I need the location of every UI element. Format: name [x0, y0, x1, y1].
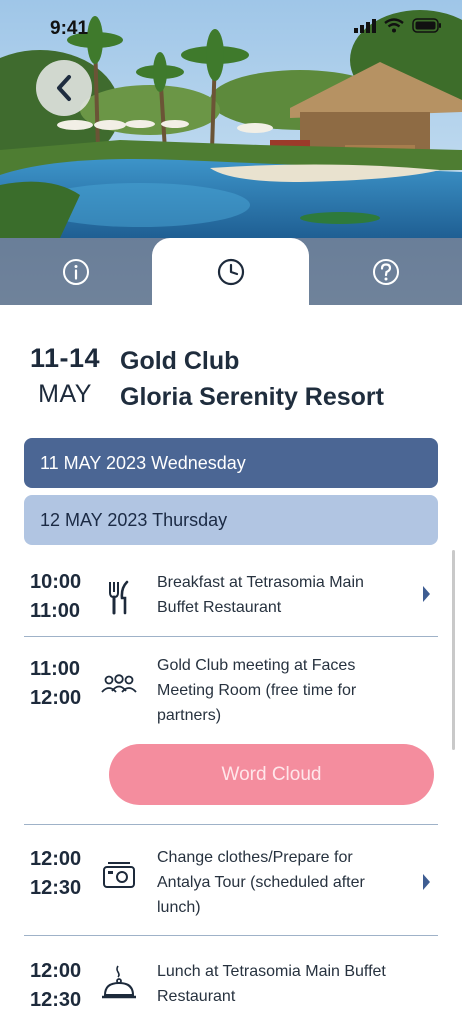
wifi-icon — [384, 18, 404, 33]
clock-icon — [217, 258, 244, 285]
end-time: 12:30 — [30, 989, 82, 1011]
schedule-time: 11:00 12:00 — [30, 655, 81, 713]
schedule-description: Lunch at Tetrasomia Main Buffet Restaura… — [157, 963, 386, 1005]
event-days: 11-14 — [30, 343, 101, 373]
signal-icon — [354, 18, 376, 33]
day-header-collapsed[interactable]: 11 MAY 2023 Wednesday — [24, 438, 438, 488]
event-date-range: 11-14 MAY — [30, 343, 100, 409]
event-title-line1: Gold Club — [120, 347, 240, 375]
event-month: MAY — [38, 380, 92, 408]
chevron-right-icon[interactable] — [420, 873, 432, 891]
word-cloud-button[interactable]: Word Cloud — [109, 744, 434, 805]
chevron-right-icon[interactable] — [420, 585, 432, 603]
question-icon — [372, 258, 399, 285]
schedule-description: Change clothes/Prepare for Antalya Tour … — [157, 849, 365, 916]
event-title: Gold Club Gloria Serenity Resort — [120, 343, 384, 415]
status-icons — [354, 18, 442, 33]
end-time: 11:00 — [30, 600, 81, 622]
detail-tab-bar — [0, 238, 462, 305]
start-time: 10:00 — [30, 571, 82, 593]
tab-info[interactable] — [0, 238, 152, 305]
schedule-time: 10:00 11:00 — [30, 568, 81, 626]
info-icon — [63, 258, 89, 285]
cutlery-icon — [100, 578, 138, 618]
schedule-time: 12:00 12:30 — [30, 845, 81, 903]
tab-schedule[interactable] — [152, 238, 309, 305]
scrollbar[interactable] — [452, 550, 455, 750]
group-icon — [100, 665, 138, 705]
divider — [24, 636, 438, 637]
back-button[interactable] — [36, 60, 92, 116]
tab-help[interactable] — [309, 238, 462, 305]
end-time: 12:00 — [30, 687, 82, 709]
battery-icon — [412, 18, 441, 33]
cloche-icon — [100, 962, 138, 1002]
divider — [24, 935, 438, 936]
divider — [24, 824, 438, 825]
schedule-time: 12:00 12:30 — [30, 957, 81, 1015]
start-time: 11:00 — [30, 658, 81, 680]
event-title-line2: Gloria Serenity Resort — [120, 383, 384, 411]
start-time: 12:00 — [30, 960, 82, 982]
day-header-expanded[interactable]: 12 MAY 2023 Thursday — [24, 495, 438, 545]
chevron-left-icon — [57, 75, 71, 101]
status-time: 9:41 — [50, 18, 89, 39]
schedule-description: Gold Club meeting at Faces Meeting Room … — [157, 657, 357, 724]
end-time: 12:30 — [30, 877, 82, 899]
schedule-description: Breakfast at Tetrasomia Main Buffet Rest… — [157, 574, 364, 616]
camera-icon — [100, 855, 138, 895]
start-time: 12:00 — [30, 848, 82, 870]
hero-photo: 9:41 — [0, 0, 462, 305]
